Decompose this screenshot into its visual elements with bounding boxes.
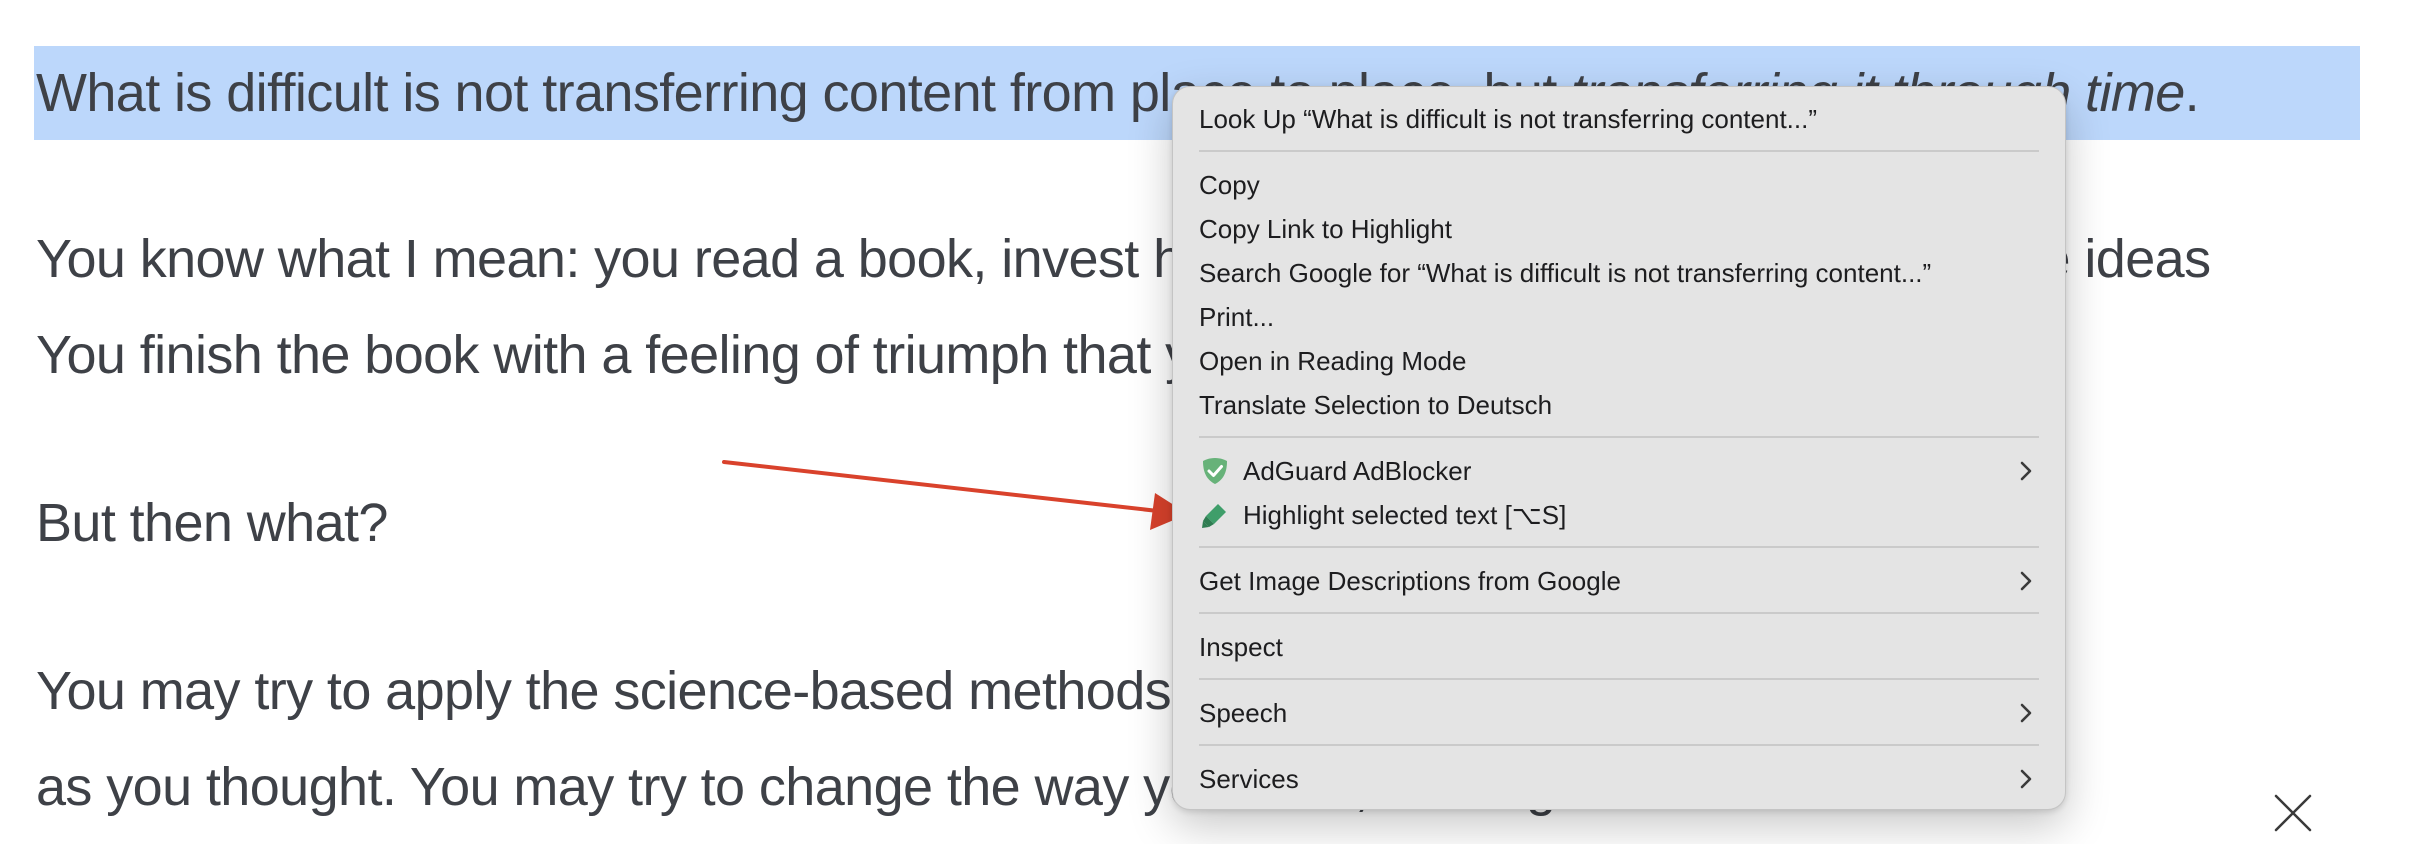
paragraph-line: But then what? <box>36 493 388 553</box>
menu-item-label: AdGuard AdBlocker <box>1243 455 1472 486</box>
menu-item-copy[interactable]: Copy <box>1199 163 2039 207</box>
menu-item-label: Look Up “What is difficult is not transf… <box>1199 103 1818 134</box>
menu-item-look-up[interactable]: Look Up “What is difficult is not transf… <box>1199 97 2039 141</box>
chevron-right-icon <box>2013 568 2039 594</box>
menu-separator <box>1199 150 2039 152</box>
chevron-right-icon <box>2013 700 2039 726</box>
menu-item-speech[interactable]: Speech <box>1199 691 2039 735</box>
menu-item-translate-selection[interactable]: Translate Selection to Deutsch <box>1199 383 2039 427</box>
context-menu: Look Up “What is difficult is not transf… <box>1172 86 2066 810</box>
menu-item-label: Get Image Descriptions from Google <box>1199 565 1621 596</box>
selected-text-suffix: . <box>2184 63 2200 123</box>
menu-item-search-google[interactable]: Search Google for “What is difficult is … <box>1199 251 2039 295</box>
adguard-shield-icon <box>1199 455 1231 487</box>
menu-item-label: Copy <box>1199 169 1260 200</box>
menu-item-label: Search Google for “What is difficult is … <box>1199 257 1932 288</box>
highlighter-pen-icon <box>1199 499 1231 531</box>
menu-item-image-descriptions[interactable]: Get Image Descriptions from Google <box>1199 559 2039 603</box>
chevron-right-icon <box>2013 458 2039 484</box>
menu-item-label: Open in Reading Mode <box>1199 345 1467 376</box>
menu-item-copy-link-to-highlight[interactable]: Copy Link to Highlight <box>1199 207 2039 251</box>
menu-item-label: Highlight selected text [⌥S] <box>1243 499 1567 530</box>
close-icon[interactable] <box>2270 790 2316 836</box>
menu-separator <box>1199 436 2039 438</box>
menu-item-print[interactable]: Print... <box>1199 295 2039 339</box>
menu-item-services[interactable]: Services <box>1199 757 2039 801</box>
menu-item-highlight-selected-text[interactable]: Highlight selected text [⌥S] <box>1199 493 2039 537</box>
menu-item-inspect[interactable]: Inspect <box>1199 625 2039 669</box>
menu-item-adguard[interactable]: AdGuard AdBlocker <box>1199 449 2039 493</box>
menu-separator <box>1199 612 2039 614</box>
menu-item-reading-mode[interactable]: Open in Reading Mode <box>1199 339 2039 383</box>
menu-separator <box>1199 744 2039 746</box>
menu-separator <box>1199 546 2039 548</box>
menu-item-label: Speech <box>1199 697 1288 728</box>
chevron-right-icon <box>2013 766 2039 792</box>
menu-item-label: Print... <box>1199 301 1275 332</box>
menu-item-label: Services <box>1199 763 1299 794</box>
menu-item-label: Copy Link to Highlight <box>1199 213 1452 244</box>
menu-separator <box>1199 678 2039 680</box>
menu-item-label: Translate Selection to Deutsch <box>1199 389 1553 420</box>
menu-item-label: Inspect <box>1199 631 1283 662</box>
